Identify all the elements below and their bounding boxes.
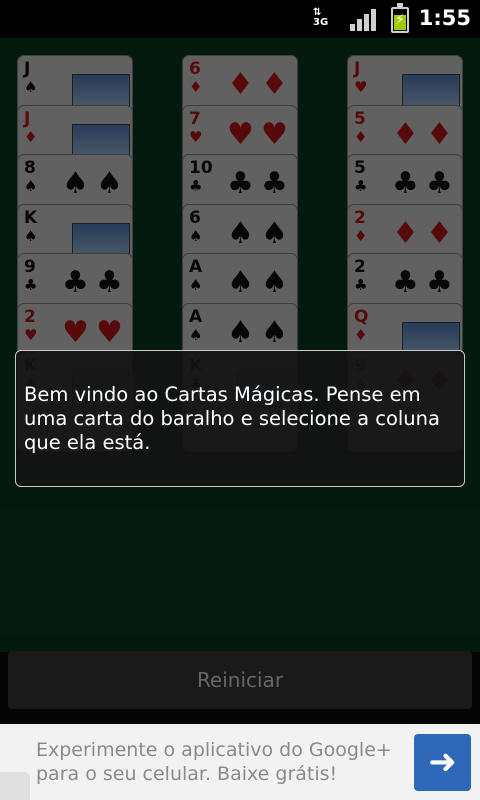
restart-button[interactable]: Reiniciar <box>8 651 472 709</box>
ad-banner[interactable]: Experimente o aplicativo do Google+ para… <box>0 724 480 800</box>
signal-icon <box>350 9 376 31</box>
battery-charging-icon: ⚡ <box>391 3 409 33</box>
network-type: 3G <box>313 17 329 28</box>
welcome-message: Bem vindo ao Cartas Mágicas. Pense em um… <box>24 383 440 454</box>
arrow-right-icon[interactable]: ➜ <box>414 734 471 791</box>
data-arrows-icon: ⇅ 3G <box>313 7 329 28</box>
status-clock: 1:55 <box>418 6 471 30</box>
status-bar: ⇅ 3G ⚡ 1:55 <box>0 0 480 38</box>
welcome-dialog[interactable]: Bem vindo ao Cartas Mágicas. Pense em um… <box>15 350 465 487</box>
modal-dim-overlay <box>0 38 480 652</box>
ad-text[interactable]: Experimente o aplicativo do Google+ para… <box>36 738 406 786</box>
ad-corner <box>0 772 30 800</box>
